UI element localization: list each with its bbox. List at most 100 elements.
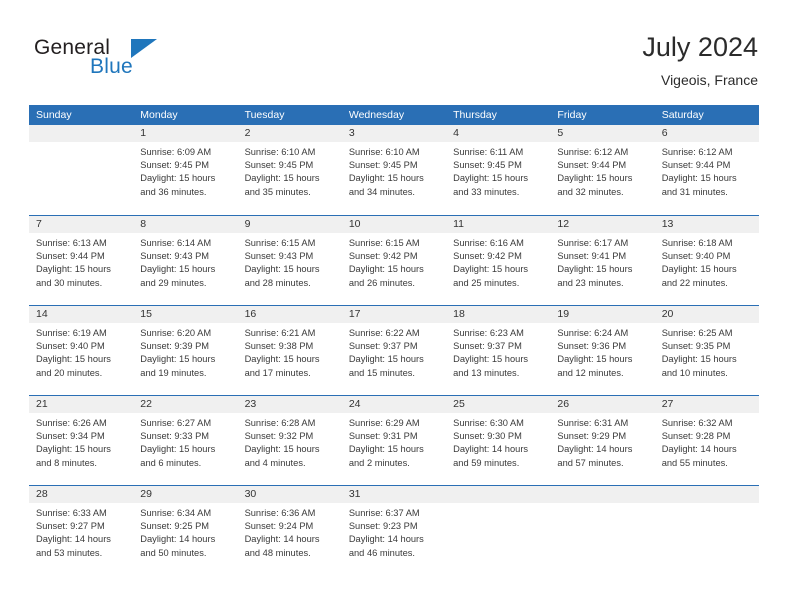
- day-info: Sunrise: 6:11 AM Sunset: 9:45 PM Daylight:…: [446, 142, 550, 199]
- sunset-text: Sunset: 9:44 PM: [557, 160, 627, 171]
- sunset-text: Sunset: 9:45 PM: [453, 160, 522, 171]
- sunrise-text: Sunrise: 6:34 AM: [140, 508, 212, 518]
- daylight-text-line2: and 28 minutes.: [244, 277, 311, 288]
- daylight-text-line2: and 20 minutes.: [36, 367, 103, 378]
- day-number: 7: [29, 216, 134, 233]
- calendar-day-cell[interactable]: 2 Sunrise: 6:10 AM Sunset: 9:45 PM Daylight…: [237, 125, 342, 215]
- calendar-day-cell[interactable]: 28 Sunrise: 6:33 AM Sunset: 9:27 PM Dayligh…: [29, 486, 134, 575]
- calendar-day-cell-empty: [654, 486, 759, 575]
- sunset-text: Sunset: 9:36 PM: [557, 341, 627, 352]
- sunrise-text: Sunrise: 6:26 AM: [36, 418, 107, 428]
- sunset-text: Sunset: 9:23 PM: [348, 521, 418, 532]
- calendar-day-cell[interactable]: 25 Sunrise: 6:30 AM Sunset: 9:30 PM Dayligh…: [446, 396, 551, 485]
- calendar-day-cell[interactable]: 27 Sunrise: 6:32 AM Sunset: 9:28 PM Dayligh…: [654, 396, 759, 485]
- calendar-day-cell[interactable]: 8 Sunrise: 6:14 AM Sunset: 9:43 PM Daylight…: [133, 216, 238, 305]
- day-number: 25: [446, 396, 551, 413]
- day-number: [446, 486, 551, 503]
- calendar-day-cell[interactable]: 15 Sunrise: 6:20 AM Sunset: 9:39 PM Dayligh…: [133, 306, 238, 395]
- sunrise-text: Sunrise: 6:30 AM: [453, 418, 524, 428]
- daylight-text-line1: Daylight: 15 hours: [244, 264, 320, 275]
- day-info: Sunrise: 6:27 AM Sunset: 9:33 PM Daylight:…: [133, 413, 237, 470]
- day-number: 18: [446, 306, 551, 323]
- calendar-day-cell[interactable]: 10 Sunrise: 6:15 AM Sunset: 9:42 PM Dayligh…: [341, 216, 447, 305]
- calendar-day-cell[interactable]: 21 Sunrise: 6:26 AM Sunset: 9:34 PM Dayligh…: [29, 396, 134, 485]
- page-title: July 2024: [642, 32, 758, 62]
- brand-name-blue: Blue: [90, 55, 133, 78]
- calendar-day-cell-empty: [29, 125, 134, 215]
- day-number: 27: [654, 396, 759, 413]
- calendar-day-cell[interactable]: 9 Sunrise: 6:15 AM Sunset: 9:43 PM Daylight…: [237, 216, 342, 305]
- day-number: [550, 486, 655, 503]
- day-info: Sunrise: 6:24 AM Sunset: 9:36 PM Daylight:…: [550, 323, 654, 380]
- daylight-text-line2: and 30 minutes.: [36, 277, 103, 288]
- calendar-day-cell[interactable]: 13 Sunrise: 6:18 AM Sunset: 9:40 PM Dayligh…: [654, 216, 759, 305]
- calendar-day-cell[interactable]: 17 Sunrise: 6:22 AM Sunset: 9:37 PM Dayligh…: [341, 306, 447, 395]
- sunrise-text: Sunrise: 6:11 AM: [453, 147, 524, 157]
- day-info: Sunrise: 6:29 AM Sunset: 9:31 PM Daylight:…: [342, 413, 446, 470]
- daylight-text-line1: Daylight: 15 hours: [140, 444, 216, 455]
- day-number: 29: [133, 486, 238, 503]
- calendar-day-cell[interactable]: 20 Sunrise: 6:25 AM Sunset: 9:35 PM Dayligh…: [654, 306, 759, 395]
- daylight-text-line2: and 12 minutes.: [557, 367, 624, 378]
- calendar-day-cell[interactable]: 30 Sunrise: 6:36 AM Sunset: 9:24 PM Dayligh…: [237, 486, 342, 575]
- brand-logo[interactable]: General Blue: [34, 36, 214, 88]
- day-number: 23: [237, 396, 342, 413]
- day-number: 17: [341, 306, 447, 323]
- calendar-day-cell[interactable]: 19 Sunrise: 6:24 AM Sunset: 9:36 PM Dayligh…: [550, 306, 655, 395]
- day-number: 31: [341, 486, 447, 503]
- daylight-text-line2: and 53 minutes.: [36, 547, 103, 558]
- sunset-text: Sunset: 9:40 PM: [661, 251, 731, 262]
- calendar-table: Sunday Monday Tuesday Wednesday Thursday…: [29, 105, 759, 575]
- sunrise-text: Sunrise: 6:12 AM: [661, 147, 733, 157]
- day-info: Sunrise: 6:26 AM Sunset: 9:34 PM Daylight:…: [29, 413, 133, 470]
- sunrise-text: Sunrise: 6:15 AM: [348, 238, 420, 248]
- sunset-text: Sunset: 9:27 PM: [36, 521, 105, 532]
- calendar-day-cell[interactable]: 24 Sunrise: 6:29 AM Sunset: 9:31 PM Dayligh…: [341, 396, 447, 485]
- calendar-day-cell[interactable]: 16 Sunrise: 6:21 AM Sunset: 9:38 PM Dayligh…: [237, 306, 342, 395]
- day-info: Sunrise: 6:36 AM Sunset: 9:24 PM Daylight:…: [238, 503, 342, 560]
- sunrise-text: Sunrise: 6:21 AM: [244, 328, 316, 338]
- calendar-day-cell[interactable]: 6 Sunrise: 6:12 AM Sunset: 9:44 PM Daylight…: [654, 125, 759, 215]
- calendar-day-cell[interactable]: 14 Sunrise: 6:19 AM Sunset: 9:40 PM Dayligh…: [29, 306, 134, 395]
- calendar-day-cell[interactable]: 26 Sunrise: 6:31 AM Sunset: 9:29 PM Dayligh…: [550, 396, 655, 485]
- daylight-text-line1: Daylight: 15 hours: [453, 264, 529, 275]
- calendar-day-cell-empty: [550, 486, 655, 575]
- weekday-tuesday: Tuesday: [244, 109, 285, 121]
- sunrise-text: Sunrise: 6:15 AM: [244, 238, 316, 248]
- daylight-text-line2: and 13 minutes.: [453, 367, 520, 378]
- day-number: 15: [133, 306, 238, 323]
- calendar-day-cell[interactable]: 18 Sunrise: 6:23 AM Sunset: 9:37 PM Dayligh…: [446, 306, 551, 395]
- page-header: General Blue July 2024 Vigeois, France: [0, 0, 792, 104]
- daylight-text-line1: Daylight: 15 hours: [140, 264, 216, 275]
- sunset-text: Sunset: 9:42 PM: [453, 251, 522, 262]
- daylight-text-line2: and 25 minutes.: [453, 277, 520, 288]
- calendar-day-cell[interactable]: 1 Sunrise: 6:09 AM Sunset: 9:45 PM Daylight…: [133, 125, 238, 215]
- calendar-day-cell[interactable]: 22 Sunrise: 6:27 AM Sunset: 9:33 PM Dayligh…: [133, 396, 238, 485]
- calendar-day-cell[interactable]: 7 Sunrise: 6:13 AM Sunset: 9:44 PM Daylight…: [29, 216, 134, 305]
- daylight-text-line1: Daylight: 15 hours: [348, 444, 424, 455]
- calendar-day-cell[interactable]: 11 Sunrise: 6:16 AM Sunset: 9:42 PM Dayligh…: [446, 216, 551, 305]
- calendar-day-cell[interactable]: 3 Sunrise: 6:10 AM Sunset: 9:45 PM Daylight…: [341, 125, 447, 215]
- sunrise-text: Sunrise: 6:22 AM: [348, 328, 420, 338]
- day-info: Sunrise: 6:32 AM Sunset: 9:28 PM Daylight:…: [655, 413, 759, 470]
- daylight-text-line2: and 48 minutes.: [244, 547, 311, 558]
- sunset-text: Sunset: 9:38 PM: [244, 341, 314, 352]
- daylight-text-line2: and 46 minutes.: [348, 547, 415, 558]
- calendar-day-cell[interactable]: 12 Sunrise: 6:17 AM Sunset: 9:41 PM Dayligh…: [550, 216, 655, 305]
- day-info: Sunrise: 6:14 AM Sunset: 9:43 PM Daylight:…: [133, 233, 237, 290]
- sunrise-text: Sunrise: 6:20 AM: [140, 328, 212, 338]
- daylight-text-line1: Daylight: 15 hours: [140, 354, 216, 365]
- calendar-day-cell[interactable]: 29 Sunrise: 6:34 AM Sunset: 9:25 PM Dayligh…: [133, 486, 238, 575]
- calendar-day-cell[interactable]: 31 Sunrise: 6:37 AM Sunset: 9:23 PM Dayligh…: [341, 486, 447, 575]
- sunset-text: Sunset: 9:25 PM: [140, 521, 210, 532]
- daylight-text-line1: Daylight: 15 hours: [348, 173, 424, 184]
- calendar-day-cell[interactable]: 4 Sunrise: 6:11 AM Sunset: 9:45 PM Daylight…: [446, 125, 551, 215]
- day-info: Sunrise: 6:34 AM Sunset: 9:25 PM Daylight:…: [133, 503, 237, 560]
- sunset-text: Sunset: 9:29 PM: [557, 431, 627, 442]
- calendar-day-cell[interactable]: 5 Sunrise: 6:12 AM Sunset: 9:44 PM Daylight…: [550, 125, 655, 215]
- sunset-text: Sunset: 9:44 PM: [661, 160, 731, 171]
- daylight-text-line2: and 4 minutes.: [244, 457, 306, 468]
- sunrise-text: Sunrise: 6:10 AM: [348, 147, 420, 157]
- calendar-day-cell[interactable]: 23 Sunrise: 6:28 AM Sunset: 9:32 PM Dayligh…: [237, 396, 342, 485]
- daylight-text-line2: and 33 minutes.: [453, 186, 520, 197]
